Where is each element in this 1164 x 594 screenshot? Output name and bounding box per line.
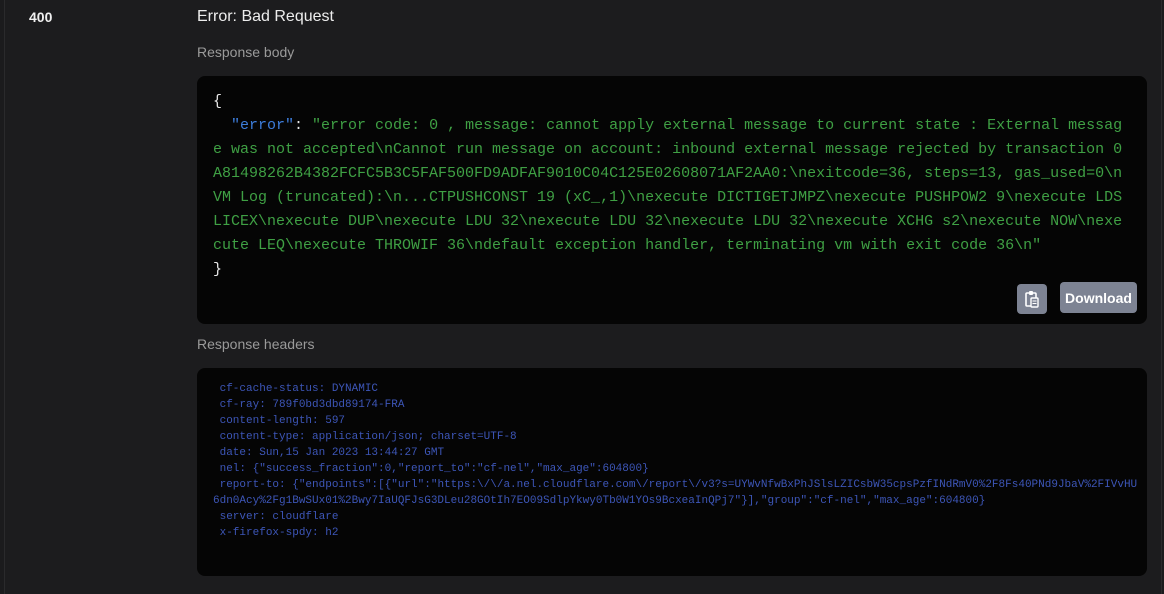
status-code: 400 [29, 9, 53, 25]
response-panel: 400 Error: Bad Request Response body { "… [4, 0, 1162, 594]
response-body-box: { "error": "error code: 0 , message: can… [197, 76, 1147, 324]
response-headers-code[interactable]: cf-cache-status: DYNAMIC cf-ray: 789f0bd… [197, 368, 1147, 541]
json-key: "error" [231, 117, 295, 134]
response-body-label: Response body [197, 44, 295, 60]
json-value: "error code: 0 , message: cannot apply e… [213, 117, 1123, 254]
json-open-brace: { [213, 93, 223, 110]
response-headers-label: Response headers [197, 336, 315, 352]
response-headers-box: cf-cache-status: DYNAMIC cf-ray: 789f0bd… [197, 368, 1147, 576]
clipboard-icon [1025, 291, 1039, 308]
json-close-brace: } [213, 261, 223, 278]
download-button[interactable]: Download [1060, 282, 1137, 313]
json-colon: : [294, 117, 313, 134]
copy-button[interactable] [1017, 284, 1047, 314]
response-description: Error: Bad Request [197, 8, 334, 25]
response-body-code[interactable]: { "error": "error code: 0 , message: can… [197, 76, 1147, 282]
